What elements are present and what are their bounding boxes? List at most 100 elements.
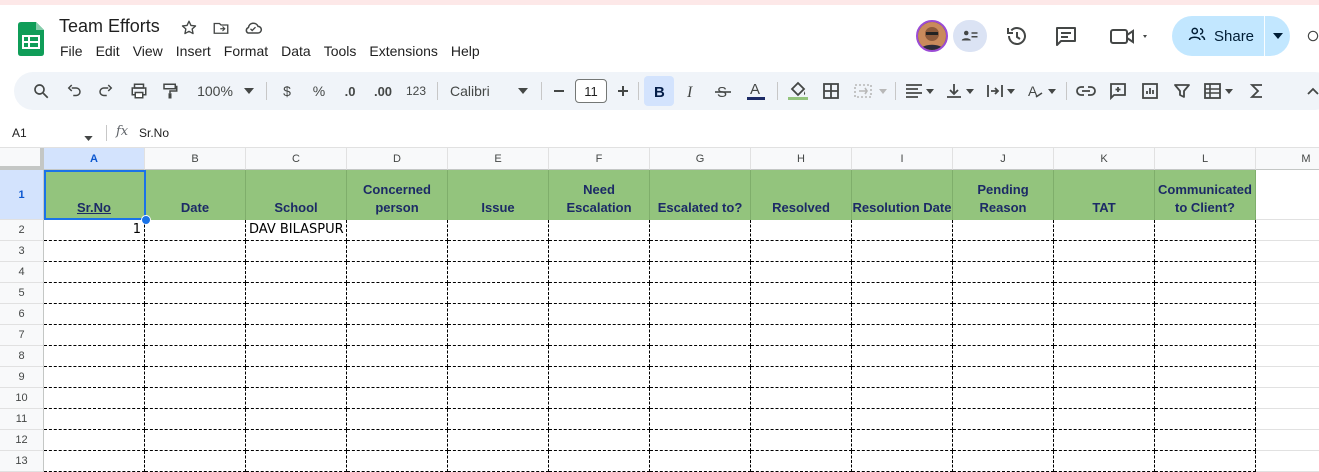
- column-header-e[interactable]: E: [448, 148, 549, 170]
- cell-j6[interactable]: [953, 304, 1054, 325]
- decrease-decimal-button[interactable]: .0: [339, 72, 361, 110]
- filter-icon[interactable]: [1171, 72, 1193, 110]
- share-main[interactable]: Share: [1172, 16, 1264, 56]
- cell-m7[interactable]: [1256, 325, 1319, 346]
- cell-j11[interactable]: [953, 409, 1054, 430]
- font-dropdown-icon[interactable]: [516, 72, 530, 110]
- cell-c8[interactable]: [246, 346, 347, 367]
- cell-c9[interactable]: [246, 367, 347, 388]
- search-icon[interactable]: [30, 72, 52, 110]
- cell-h7[interactable]: [751, 325, 852, 346]
- menu-insert[interactable]: Insert: [176, 43, 211, 59]
- cell-a12[interactable]: [44, 430, 145, 451]
- cell-b10[interactable]: [145, 388, 246, 409]
- row-header-3[interactable]: 3: [0, 241, 44, 262]
- cell-g10[interactable]: [650, 388, 751, 409]
- cell-l6[interactable]: [1155, 304, 1256, 325]
- header-cell-d1[interactable]: Concerned person: [347, 170, 448, 220]
- cell-e10[interactable]: [448, 388, 549, 409]
- cell-f11[interactable]: [549, 409, 650, 430]
- cell-d12[interactable]: [347, 430, 448, 451]
- cell-a13[interactable]: [44, 451, 145, 472]
- cell-h3[interactable]: [751, 241, 852, 262]
- menu-extensions[interactable]: Extensions: [369, 43, 437, 59]
- vertical-align-icon[interactable]: [943, 72, 977, 110]
- column-header-c[interactable]: C: [246, 148, 347, 170]
- cell-c2[interactable]: DAV BILASPUR: [246, 220, 347, 241]
- cell-b5[interactable]: [145, 283, 246, 304]
- cell-d11[interactable]: [347, 409, 448, 430]
- cell-e13[interactable]: [448, 451, 549, 472]
- select-all-corner[interactable]: [0, 148, 44, 170]
- cell-d8[interactable]: [347, 346, 448, 367]
- cell-m4[interactable]: [1256, 262, 1319, 283]
- cell-c4[interactable]: [246, 262, 347, 283]
- cell-a8[interactable]: [44, 346, 145, 367]
- menu-help[interactable]: Help: [451, 43, 480, 59]
- cell-e9[interactable]: [448, 367, 549, 388]
- cell-i5[interactable]: [852, 283, 953, 304]
- cell-l10[interactable]: [1155, 388, 1256, 409]
- row-header-6[interactable]: 6: [0, 304, 44, 325]
- cell-h5[interactable]: [751, 283, 852, 304]
- cell-j9[interactable]: [953, 367, 1054, 388]
- cell-b8[interactable]: [145, 346, 246, 367]
- cell-c6[interactable]: [246, 304, 347, 325]
- cell-j12[interactable]: [953, 430, 1054, 451]
- share-button[interactable]: Share: [1172, 16, 1290, 56]
- cell-m9[interactable]: [1256, 367, 1319, 388]
- cell-h9[interactable]: [751, 367, 852, 388]
- column-header-f[interactable]: F: [549, 148, 650, 170]
- cell-k8[interactable]: [1054, 346, 1155, 367]
- insert-chart-icon[interactable]: [1139, 72, 1161, 110]
- cell-b4[interactable]: [145, 262, 246, 283]
- cell-a11[interactable]: [44, 409, 145, 430]
- cell-a3[interactable]: [44, 241, 145, 262]
- cell-i13[interactable]: [852, 451, 953, 472]
- cell-c5[interactable]: [246, 283, 347, 304]
- row-header-12[interactable]: 12: [0, 430, 44, 451]
- cell-b13[interactable]: [145, 451, 246, 472]
- header-cell-f1[interactable]: Need Escalation: [549, 170, 650, 220]
- menu-edit[interactable]: Edit: [96, 43, 120, 59]
- cell-d9[interactable]: [347, 367, 448, 388]
- cell-f13[interactable]: [549, 451, 650, 472]
- sheets-logo-icon[interactable]: [18, 22, 44, 56]
- font-family-select[interactable]: Calibri: [450, 72, 500, 110]
- cell-i11[interactable]: [852, 409, 953, 430]
- row-header-11[interactable]: 11: [0, 409, 44, 430]
- cell-d5[interactable]: [347, 283, 448, 304]
- cell-k7[interactable]: [1054, 325, 1155, 346]
- cell-e6[interactable]: [448, 304, 549, 325]
- user-avatar[interactable]: [916, 20, 948, 52]
- cell-g11[interactable]: [650, 409, 751, 430]
- column-header-i[interactable]: I: [852, 148, 953, 170]
- cell-e4[interactable]: [448, 262, 549, 283]
- column-header-k[interactable]: K: [1054, 148, 1155, 170]
- filter-views-icon[interactable]: [1202, 72, 1236, 110]
- zoom-dropdown-icon[interactable]: [242, 72, 256, 110]
- history-icon[interactable]: [1003, 22, 1031, 50]
- cell-m5[interactable]: [1256, 283, 1319, 304]
- header-cell-j1[interactable]: Pending Reason: [953, 170, 1054, 220]
- cell-k13[interactable]: [1054, 451, 1155, 472]
- undo-icon[interactable]: [63, 72, 85, 110]
- header-cell-k1[interactable]: TAT: [1054, 170, 1155, 220]
- cell-f8[interactable]: [549, 346, 650, 367]
- cell-h12[interactable]: [751, 430, 852, 451]
- cell-c13[interactable]: [246, 451, 347, 472]
- cell-k5[interactable]: [1054, 283, 1155, 304]
- cell-k12[interactable]: [1054, 430, 1155, 451]
- menu-tools[interactable]: Tools: [324, 43, 357, 59]
- cell-j8[interactable]: [953, 346, 1054, 367]
- cell-j3[interactable]: [953, 241, 1054, 262]
- insert-link-icon[interactable]: [1075, 72, 1097, 110]
- cell-f4[interactable]: [549, 262, 650, 283]
- cell-h2[interactable]: [751, 220, 852, 241]
- row-header-4[interactable]: 4: [0, 262, 44, 283]
- cell-f7[interactable]: [549, 325, 650, 346]
- cell-j13[interactable]: [953, 451, 1054, 472]
- cell-a10[interactable]: [44, 388, 145, 409]
- cell-e2[interactable]: [448, 220, 549, 241]
- header-cell-b1[interactable]: Date: [145, 170, 246, 220]
